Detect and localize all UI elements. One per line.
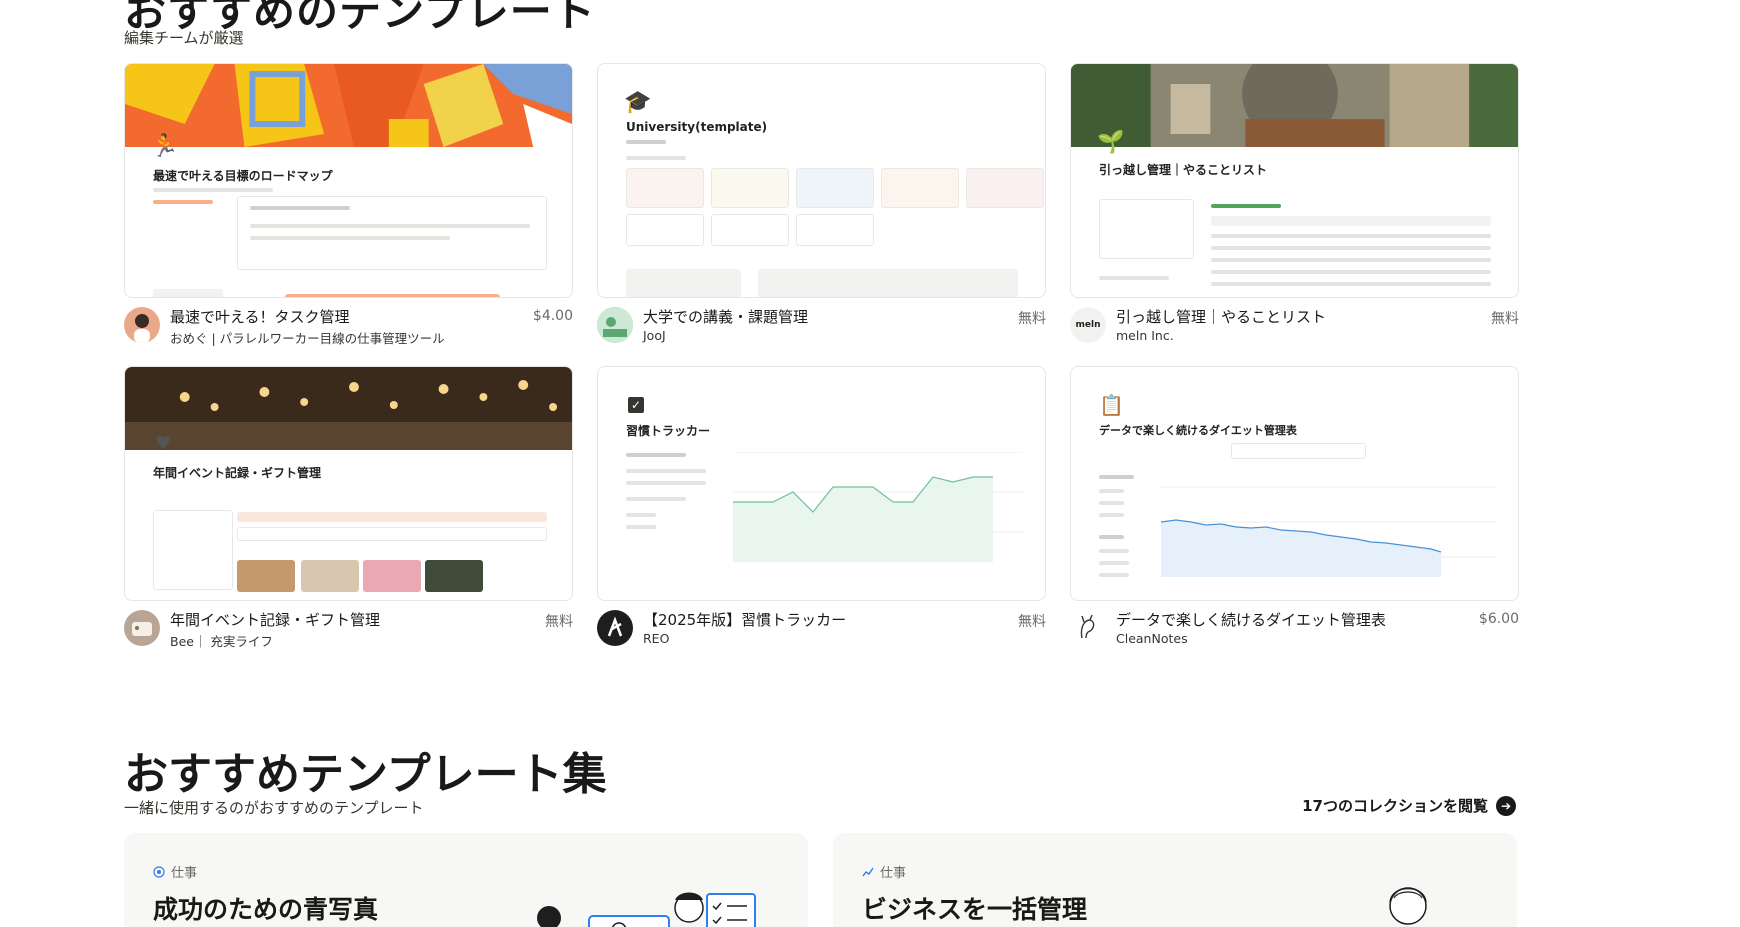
template-author[interactable]: JooJ — [643, 328, 666, 343]
template-thumbnail[interactable]: ✓ 習慣トラッカー — [597, 366, 1046, 601]
weight-line-chart — [1161, 486, 1496, 577]
template-title[interactable]: 引っ越し管理｜やることリスト — [1116, 306, 1326, 327]
template-card[interactable]: 📋 データで楽しく続けるダイエット管理表 データで楽しく続けるダイエット管理表 … — [1070, 366, 1519, 652]
author-avatar[interactable] — [1070, 610, 1106, 646]
author-avatar[interactable] — [597, 307, 633, 343]
thumb-heading: University(template) — [626, 120, 768, 134]
collection-tag: 仕事 — [153, 862, 197, 881]
template-price: 無料 — [1018, 614, 1046, 630]
collection-tag: 仕事 — [862, 862, 906, 881]
thumb-heading: 習慣トラッカー — [626, 424, 711, 438]
template-price: $4.00 — [532, 308, 573, 324]
author-avatar[interactable] — [124, 610, 160, 646]
template-thumbnail[interactable]: 🌱 引っ越し管理｜やることリスト — [1070, 63, 1519, 298]
bokeh-lights-photo — [125, 367, 572, 450]
collection-card[interactable]: 仕事 成功のための青写真 — [124, 833, 808, 927]
collection-tag-label: 仕事 — [171, 866, 198, 881]
template-price: 無料 — [545, 614, 573, 630]
template-card[interactable]: ✓ 習慣トラッカー 【2025年版】習慣トラッカー REO 無料 — [597, 366, 1046, 652]
template-author[interactable]: おめぐ | パラレルワーカー目線の仕事管理ツール — [170, 328, 445, 347]
checkbox-icon: ✓ — [628, 397, 644, 413]
template-title[interactable]: 【2025年版】習慣トラッカー — [643, 609, 846, 630]
template-author[interactable]: Bee｜ 充実ライフ — [170, 631, 273, 650]
template-card[interactable]: 🌱 引っ越し管理｜やることリスト meln 引っ越し管理｜やることリスト mel… — [1070, 63, 1519, 349]
collection-card[interactable]: 仕事 ビジネスを一括管理 — [833, 833, 1517, 927]
chart-icon — [862, 867, 874, 876]
collection-title: 成功のための青写真 — [153, 895, 379, 924]
collections-subtitle: 一緒に使用するのがおすすめのテンプレート — [124, 799, 424, 817]
template-author[interactable]: meln Inc. — [1116, 328, 1174, 343]
runner-icon: 🏃 — [151, 134, 179, 159]
plant-icon: 🌱 — [1097, 130, 1125, 155]
section-subtitle: 編集チームが厳選 — [124, 29, 244, 47]
target-icon — [153, 865, 165, 878]
template-author[interactable]: CleanNotes — [1116, 631, 1188, 646]
thumb-heading: 最速で叶える目標のロードマップ — [153, 169, 333, 183]
template-title[interactable]: 年間イベント記録・ギフト管理 — [170, 609, 380, 630]
arrow-right-icon: ➔ — [1496, 795, 1516, 816]
template-price: 無料 — [1491, 311, 1519, 327]
template-thumbnail[interactable]: 🎓 University(template) — [597, 63, 1046, 298]
template-title[interactable]: データで楽しく続けるダイエット管理表 — [1116, 609, 1386, 630]
clipboard-icon: 📋 — [1099, 393, 1124, 417]
abstract-banner — [125, 64, 572, 147]
thumb-heading: 年間イベント記録・ギフト管理 — [153, 466, 322, 480]
avatar-logo-text: meln — [1075, 320, 1101, 330]
template-title[interactable]: 大学での講義・課題管理 — [643, 306, 808, 327]
template-thumbnail[interactable]: 🏃 最速で叶える目標のロードマップ — [124, 63, 573, 298]
author-avatar[interactable]: meln — [1070, 307, 1106, 343]
heart-icon: ♥ — [155, 433, 172, 454]
author-avatar[interactable] — [124, 307, 160, 343]
template-price: 無料 — [1018, 311, 1046, 327]
thumb-heading: データで楽しく続けるダイエット管理表 — [1099, 424, 1297, 437]
template-card[interactable]: 🎓 University(template) 大学での講義・課題管理 JooJ … — [597, 63, 1046, 349]
browse-collections-link[interactable]: 17つのコレクションを閲覧 ➔ — [1302, 795, 1516, 816]
template-thumbnail[interactable]: ♥ 年間イベント記録・ギフト管理 — [124, 366, 573, 601]
template-card[interactable]: ♥ 年間イベント記録・ギフト管理 年間イベント記録・ギフト管理 Bee｜ 充実ラ… — [124, 366, 573, 652]
thumb-heading: 引っ越し管理｜やることリスト — [1099, 163, 1268, 177]
template-thumbnail[interactable]: 📋 データで楽しく続けるダイエット管理表 — [1070, 366, 1519, 601]
template-price: $6.00 — [1478, 611, 1519, 627]
blueprint-illustration — [537, 892, 756, 927]
template-author[interactable]: REO — [643, 631, 669, 646]
collections-title: おすすめテンプレート集 — [124, 749, 607, 800]
habit-line-chart — [733, 452, 1023, 562]
room-photo — [1071, 64, 1518, 147]
template-title[interactable]: 最速で叶える！タスク管理 — [170, 306, 350, 327]
person-illustration — [1389, 887, 1427, 925]
author-avatar[interactable] — [597, 610, 633, 646]
graduation-cap-icon: 🎓 — [624, 90, 652, 115]
template-card[interactable]: 🏃 最速で叶える目標のロードマップ 最速で叶える！タスク管理 おめぐ | パラレ… — [124, 63, 573, 349]
browse-collections-label: 17つのコレクションを閲覧 — [1302, 797, 1488, 815]
collection-title: ビジネスを一括管理 — [862, 895, 1088, 924]
collection-tag-label: 仕事 — [880, 866, 907, 881]
